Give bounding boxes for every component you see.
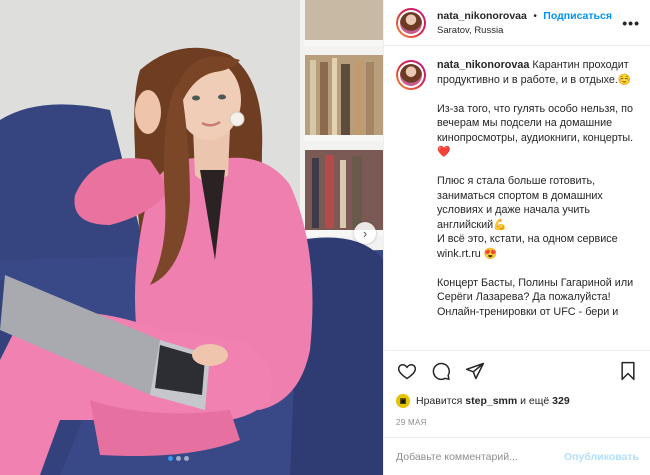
post-photo[interactable]: ›: [0, 0, 383, 475]
caption-area: nata_nikonorovaa Карантин проходит проду…: [384, 46, 650, 350]
post-header: nata_nikonorovaa • Подписаться Saratov, …: [384, 0, 650, 46]
heart-icon[interactable]: [396, 360, 418, 382]
carousel-dot: [168, 456, 173, 461]
caption-paragraph: Онлайн-тренировки от UFC - бери и: [437, 305, 619, 318]
author-info: nata_nikonorovaa • Подписаться Saratov, …: [437, 8, 622, 38]
likes-summary[interactable]: ▣ Нравится step_smm и ещё 329: [396, 394, 639, 408]
post-caption: nata_nikonorovaa Карантин проходит проду…: [437, 58, 638, 350]
chevron-right-icon: ›: [362, 225, 368, 241]
add-comment-bar: Опубликовать: [384, 437, 650, 475]
post-side-panel: nata_nikonorovaa • Подписаться Saratov, …: [383, 0, 650, 475]
separator-dot: •: [533, 10, 537, 22]
follow-button[interactable]: Подписаться: [543, 10, 612, 22]
caption-paragraph: Плюс я стала больше готовить, заниматься…: [437, 175, 603, 231]
caption-paragraph: И всё это, кстати, на одном сервисе wink…: [437, 233, 618, 260]
liker-avatar: ▣: [396, 394, 410, 408]
likes-prefix: Нравится: [416, 395, 463, 407]
share-icon[interactable]: [464, 360, 486, 382]
carousel-dot: [176, 456, 181, 461]
publish-button[interactable]: Опубликовать: [564, 451, 639, 463]
photo-illustration: [0, 0, 383, 475]
caption-paragraph: Концерт Басты, Полины Гагариной или Серё…: [437, 276, 634, 304]
comment-input[interactable]: [396, 450, 565, 463]
caption-paragraph: Из-за того, что гулять особо нельзя, по …: [437, 102, 634, 159]
carousel-next-button[interactable]: ›: [354, 222, 376, 244]
carousel-dot: [184, 456, 189, 461]
author-avatar[interactable]: [396, 7, 426, 38]
post-actions: ▣ Нравится step_smm и ещё 329 29 МАЯ: [384, 350, 650, 427]
caption-username[interactable]: nata_nikonorovaa: [437, 59, 529, 71]
location-link[interactable]: Saratov, Russia: [437, 24, 622, 38]
likes-count[interactable]: 329: [552, 395, 570, 407]
bookmark-icon[interactable]: [617, 360, 639, 382]
likes-middle: и ещё: [520, 395, 550, 407]
caption-author-avatar[interactable]: [396, 60, 426, 90]
comment-icon[interactable]: [430, 360, 452, 382]
more-icon[interactable]: •••: [622, 15, 640, 31]
author-username[interactable]: nata_nikonorovaa: [437, 10, 527, 22]
post-date[interactable]: 29 МАЯ: [396, 418, 639, 427]
carousel-indicator: [168, 456, 189, 461]
liker-username[interactable]: step_smm: [465, 395, 517, 407]
